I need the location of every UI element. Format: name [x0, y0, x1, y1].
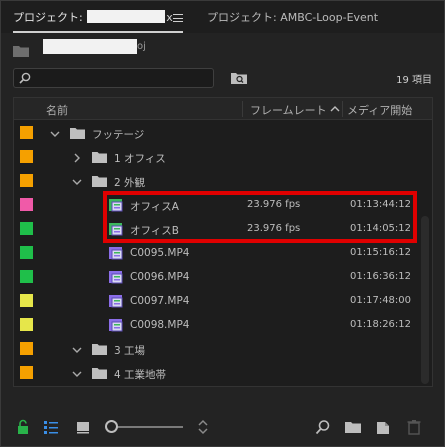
- bottom-toolbar: [1, 411, 444, 446]
- folder-icon: [92, 152, 107, 163]
- label-color-swatch[interactable]: [20, 342, 33, 355]
- tab-project-current-suffix: x: [166, 11, 173, 24]
- tab-project-ambc-label: プロジェクト: AMBC-Loop-Event: [207, 11, 379, 24]
- panel-menu-icon[interactable]: [173, 14, 183, 22]
- folder-icon: [92, 176, 107, 187]
- label-color-swatch[interactable]: [20, 318, 33, 331]
- item-media-start: 01:16:36:12: [350, 271, 412, 282]
- vertical-scrollbar[interactable]: [421, 216, 429, 384]
- item-media-start: 01:15:16:12: [350, 247, 412, 258]
- tab-project-ambc[interactable]: プロジェクト: AMBC-Loop-Event: [207, 10, 378, 26]
- column-header-name[interactable]: 名前: [46, 102, 68, 118]
- video-clip-icon: [109, 271, 123, 284]
- lock-icon[interactable]: [15, 419, 31, 435]
- chevron-down-icon[interactable]: [50, 129, 60, 139]
- chevron-down-icon[interactable]: [72, 177, 82, 187]
- item-name: C0095.MP4: [130, 247, 190, 259]
- search-input[interactable]: [36, 71, 206, 85]
- new-item-icon[interactable]: [375, 419, 391, 435]
- label-color-swatch[interactable]: [20, 270, 33, 283]
- item-name: オフィスA: [130, 201, 179, 213]
- folder-icon: [92, 368, 107, 379]
- clip-row[interactable]: C0096.MP4 01:16:36:12: [14, 265, 432, 289]
- label-color-swatch[interactable]: [20, 246, 33, 259]
- sequence-icon: [109, 199, 123, 212]
- bin-row[interactable]: 1 オフィス: [14, 145, 432, 169]
- trash-icon[interactable]: [406, 419, 422, 435]
- item-name: 1 オフィス: [114, 153, 166, 165]
- column-header-frame-rate[interactable]: フレームレート: [250, 102, 327, 118]
- item-name: 2 外観: [114, 177, 146, 189]
- item-media-start: 01:13:44:12: [350, 199, 412, 210]
- item-name: フッテージ: [92, 129, 145, 141]
- folder-icon: [92, 344, 107, 355]
- item-frame-rate: 23.976 fps: [247, 199, 301, 210]
- panel-tab-bar: プロジェクト: x プロジェクト: AMBC-Loop-Event: [1, 1, 444, 33]
- search-field[interactable]: [13, 68, 214, 88]
- project-folder-icon: [13, 46, 29, 57]
- new-bin-icon[interactable]: [345, 419, 361, 435]
- item-name: C0097.MP4: [130, 295, 190, 307]
- bin-row[interactable]: 2 外観: [14, 169, 432, 193]
- sequence-row[interactable]: オフィスB 23.976 fps 01:14:05:12: [14, 217, 432, 241]
- video-clip-icon: [109, 295, 123, 308]
- column-divider[interactable]: [342, 101, 343, 117]
- project-item-list: 名前 フレームレート メディア開始 フッテージ 1 オフィス 2 外観オフィスA 23…: [13, 97, 433, 387]
- sequence-row[interactable]: オフィスA 23.976 fps 01:13:44:12: [14, 193, 432, 217]
- item-frame-rate: 23.976 fps: [247, 223, 301, 234]
- clip-row[interactable]: C0097.MP4 01:17:48:00: [14, 289, 432, 313]
- chevron-down-icon[interactable]: [72, 369, 82, 379]
- label-color-swatch[interactable]: [20, 150, 33, 163]
- column-divider[interactable]: [242, 101, 243, 117]
- search-icon: [19, 72, 31, 84]
- item-media-start: 01:17:48:00: [350, 295, 412, 306]
- column-header-row: 名前 フレームレート メディア開始: [14, 98, 432, 120]
- item-media-start: 01:18:26:12: [350, 319, 412, 330]
- label-color-swatch[interactable]: [20, 198, 33, 211]
- item-name: 3 工場: [114, 345, 146, 357]
- sort-icon[interactable]: [195, 419, 211, 435]
- redacted-project-path: [43, 39, 137, 54]
- item-name: C0098.MP4: [130, 319, 190, 331]
- column-header-media-start[interactable]: メディア開始: [347, 102, 412, 118]
- item-name: C0096.MP4: [130, 271, 190, 283]
- zoom-slider-handle[interactable]: [105, 420, 118, 433]
- project-panel: プロジェクト: x プロジェクト: AMBC-Loop-Event oj 19 …: [0, 0, 445, 447]
- redacted-project-name: [87, 10, 166, 23]
- active-tab-indicator: [13, 31, 183, 33]
- bin-row[interactable]: フッテージ: [14, 121, 432, 145]
- folder-icon: [70, 128, 85, 139]
- bin-row[interactable]: 4 工業地帯: [14, 361, 432, 385]
- chevron-down-icon[interactable]: [72, 345, 82, 355]
- video-clip-icon: [109, 247, 123, 260]
- zoom-slider-track[interactable]: [117, 426, 183, 428]
- project-path-extension: oj: [137, 41, 146, 52]
- bin-row[interactable]: 3 工場: [14, 337, 432, 361]
- label-color-swatch[interactable]: [20, 174, 33, 187]
- video-clip-icon: [109, 319, 123, 332]
- chevron-right-icon[interactable]: [72, 153, 82, 163]
- item-name: 4 工業地帯: [114, 369, 167, 381]
- item-count: 19 項目: [396, 75, 432, 86]
- item-media-start: 01:14:05:12: [350, 223, 412, 234]
- label-color-swatch[interactable]: [20, 222, 33, 235]
- label-color-swatch[interactable]: [20, 126, 33, 139]
- list-view-icon[interactable]: [43, 419, 59, 435]
- search-icon[interactable]: [315, 419, 331, 435]
- icon-view-icon[interactable]: [75, 419, 91, 435]
- item-name: オフィスB: [130, 225, 179, 237]
- tab-project-current[interactable]: プロジェクト: x: [13, 10, 173, 26]
- label-color-swatch[interactable]: [20, 294, 33, 307]
- label-color-swatch[interactable]: [20, 366, 33, 379]
- tab-project-current-label: プロジェクト:: [13, 11, 87, 24]
- clip-row[interactable]: C0098.MP4 01:18:26:12: [14, 313, 432, 337]
- new-search-bin-icon[interactable]: [231, 71, 247, 84]
- sequence-icon: [109, 223, 123, 236]
- sort-ascending-icon[interactable]: [330, 104, 340, 114]
- clip-row[interactable]: C0095.MP4 01:15:16:12: [14, 241, 432, 265]
